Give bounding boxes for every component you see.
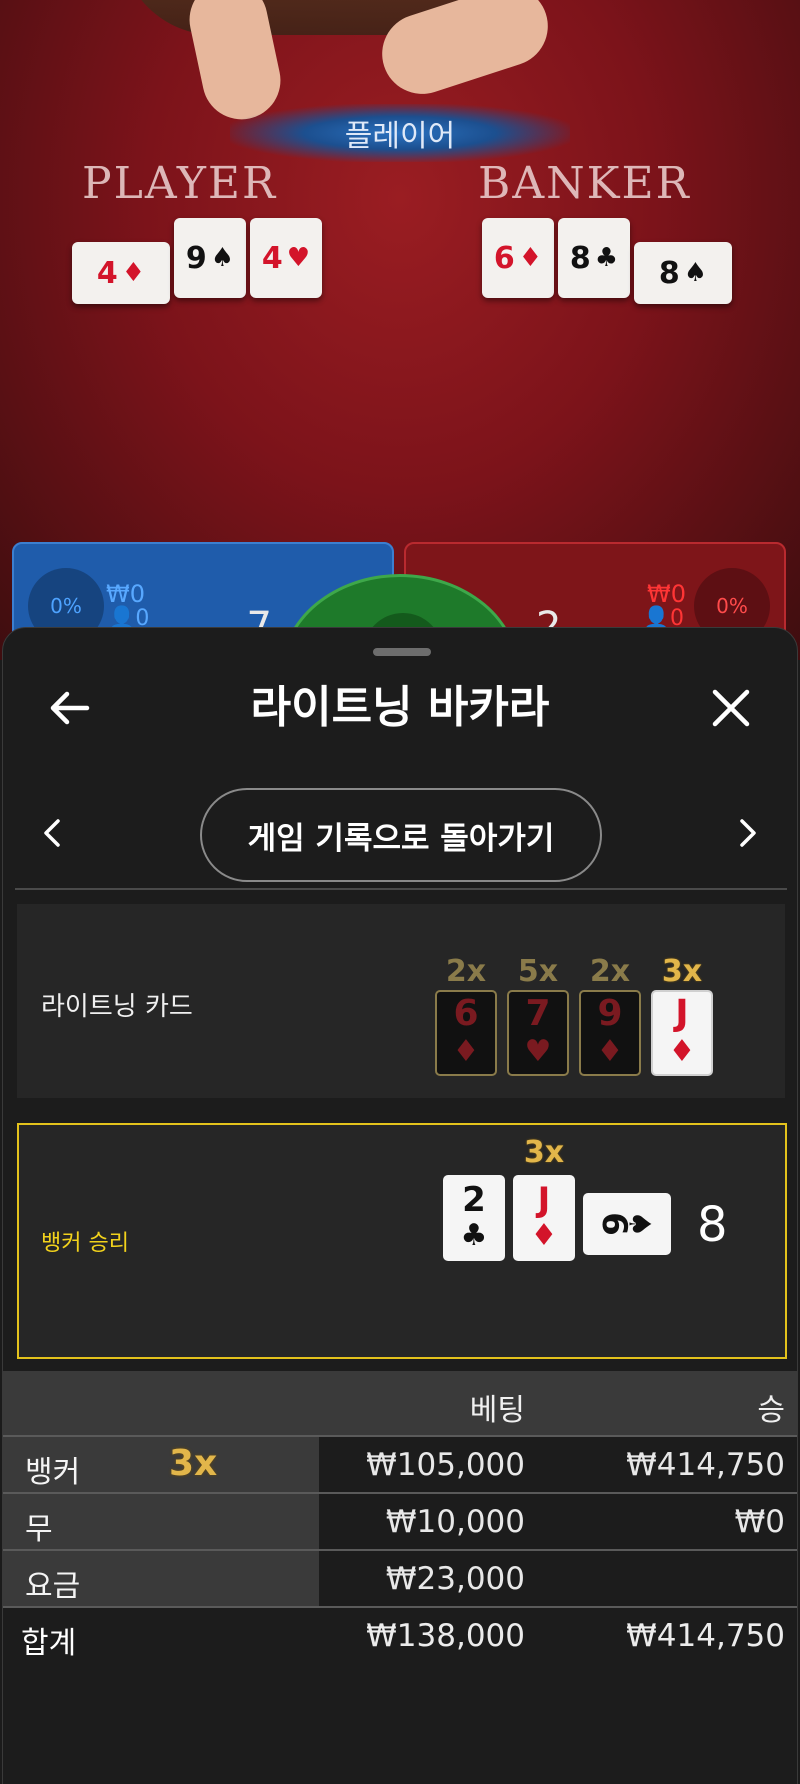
chevron-left-icon xyxy=(44,819,60,847)
table-row: 무 ₩10,000 ₩0 xyxy=(3,1492,797,1549)
live-table-view: 플레이어 PLAYER BANKER 4 ♦ 9 ♠ 4 ♥ 6 ♦ 8 ♣ 8 ♠ 0% … xyxy=(0,0,800,660)
sheet-title: 라이트닝 바카라 xyxy=(250,682,550,733)
player-cards: 4 ♦ 9 ♠ 4 ♥ xyxy=(72,218,322,304)
player-card: 4 ♥ xyxy=(250,218,322,298)
sheet-grabber[interactable] xyxy=(373,648,431,656)
table-row: 요금 ₩23,000 xyxy=(3,1549,797,1606)
bet-amount: ₩10,000 xyxy=(385,1504,525,1540)
bets-table: 베팅 승 뱅커 3x ₩105,000 ₩414,750 무 ₩10,000 ₩… xyxy=(3,1371,797,1666)
multiplier: 2x xyxy=(445,954,487,989)
lightning-card: 2x 6 ♦ xyxy=(435,954,497,1076)
table-row: 뱅커 3x ₩105,000 ₩414,750 xyxy=(3,1435,797,1492)
total-label: 합계 xyxy=(21,1626,77,1661)
banker-side-title: BANKER xyxy=(478,158,691,209)
lightning-card: 5x 7 ♥ xyxy=(507,954,569,1076)
bet-name: 무 xyxy=(25,1512,53,1547)
hand-card: 3x J ♦ xyxy=(513,1135,575,1261)
lightning-cards-row: 라이트닝 카드 2x 6 ♦ 5x 7 ♥ 2x 9 ♦ 3x J ♦ xyxy=(17,904,785,1098)
hand-card: 2 ♣ xyxy=(443,1175,505,1261)
banker-bet-amount: ₩0 xyxy=(647,580,686,608)
lightning-card-active: 3x J ♦ xyxy=(651,954,713,1076)
player-side-title: PLAYER xyxy=(82,158,278,209)
round-result-row: 뱅커 승리 2 ♣ 3x J ♦ 6 ♠ 8 xyxy=(17,1123,787,1359)
total-row: 합계 ₩138,000 ₩414,750 xyxy=(3,1606,797,1666)
player-card: 9 ♠ xyxy=(174,218,246,298)
bet-amount: ₩23,000 xyxy=(385,1561,525,1597)
chevron-right-icon xyxy=(740,819,756,847)
bet-name: 뱅커 xyxy=(25,1455,81,1490)
multiplier: 3x xyxy=(169,1443,218,1484)
sheet-header: 라이트닝 바카라 xyxy=(3,668,797,748)
header-bet: 베팅 xyxy=(469,1393,525,1428)
winning-hand: 2 ♣ 3x J ♦ 6 ♠ 8 xyxy=(443,1135,728,1261)
banker-card: 6 ♦ xyxy=(482,218,554,298)
lightning-card: 2x 9 ♦ xyxy=(579,954,641,1076)
hand-card-rotated: 6 ♠ xyxy=(583,1193,671,1261)
player-card: 4 ♦ xyxy=(72,242,170,304)
result-banner: 플레이어 xyxy=(230,104,570,162)
win-amount: ₩414,750 xyxy=(626,1447,785,1483)
hand-score: 8 xyxy=(697,1197,728,1253)
total-win: ₩414,750 xyxy=(626,1618,785,1654)
next-round-button[interactable] xyxy=(723,805,773,861)
win-amount: ₩0 xyxy=(734,1504,785,1540)
back-to-history-button[interactable]: 게임 기록으로 돌아가기 xyxy=(200,788,602,882)
round-navigation: 게임 기록으로 돌아가기 xyxy=(3,783,797,883)
multiplier: 2x xyxy=(589,954,631,989)
player-bet-amount: ₩0 xyxy=(106,580,145,608)
banker-card: 8 ♠ xyxy=(634,242,732,304)
bet-amount: ₩105,000 xyxy=(366,1447,525,1483)
banker-card: 8 ♣ xyxy=(558,218,630,298)
multiplier: 3x xyxy=(523,1135,565,1170)
header-win: 승 xyxy=(757,1393,785,1428)
close-button[interactable] xyxy=(701,678,761,738)
multiplier: 5x xyxy=(517,954,559,989)
result-label: 뱅커 승리 xyxy=(41,1231,129,1256)
lightning-cards: 2x 6 ♦ 5x 7 ♥ 2x 9 ♦ 3x J ♦ xyxy=(435,954,713,1076)
previous-round-button[interactable] xyxy=(27,805,77,861)
multiplier: 3x xyxy=(661,954,703,989)
total-bet: ₩138,000 xyxy=(366,1618,525,1654)
bets-table-header: 베팅 승 xyxy=(3,1371,797,1435)
banker-cards: 6 ♦ 8 ♣ 8 ♠ xyxy=(482,218,732,304)
lightning-cards-label: 라이트닝 카드 xyxy=(41,992,193,1022)
divider xyxy=(15,888,787,890)
bet-name: 요금 xyxy=(25,1569,81,1604)
game-history-sheet: 라이트닝 바카라 게임 기록으로 돌아가기 라이트닝 카드 2x 6 ♦ 5x … xyxy=(2,627,798,1784)
close-icon xyxy=(712,689,750,727)
